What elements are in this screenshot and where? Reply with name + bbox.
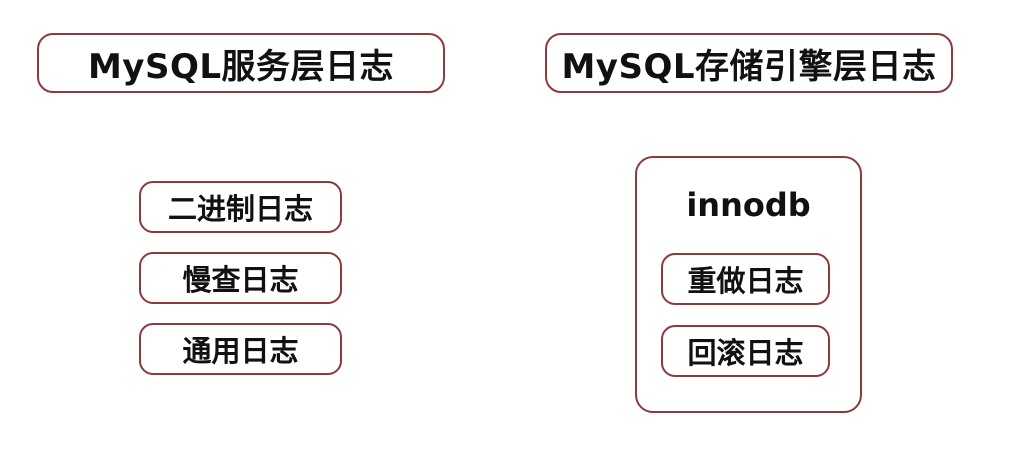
storage-engine-layer-title: MySQL存储引擎层日志 [545,33,953,93]
slow-query-log-label: 慢查日志 [139,252,342,304]
undo-log-label: 回滚日志 [661,325,830,377]
binary-log-label: 二进制日志 [139,181,342,233]
general-log-label: 通用日志 [139,323,342,375]
service-layer-title: MySQL服务层日志 [37,33,445,93]
redo-log-label: 重做日志 [661,253,830,305]
innodb-engine-label: innodb [686,186,811,224]
